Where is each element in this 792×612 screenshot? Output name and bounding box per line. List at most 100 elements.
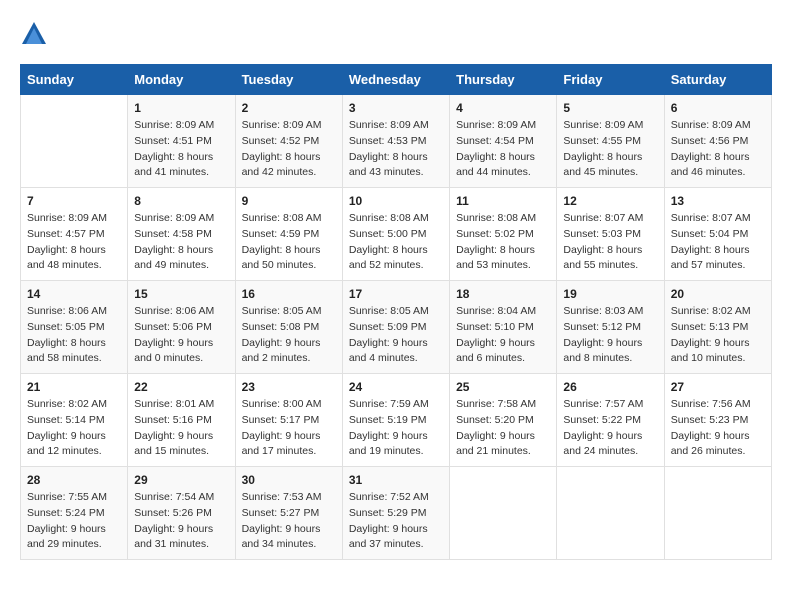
calendar-cell (450, 467, 557, 560)
header-thursday: Thursday (450, 65, 557, 95)
day-info: Sunrise: 8:07 AM Sunset: 5:04 PM Dayligh… (671, 211, 765, 274)
calendar-table: SundayMondayTuesdayWednesdayThursdayFrid… (20, 64, 772, 560)
day-info: Sunrise: 8:06 AM Sunset: 5:05 PM Dayligh… (27, 304, 121, 367)
day-info: Sunrise: 7:58 AM Sunset: 5:20 PM Dayligh… (456, 397, 550, 460)
day-info: Sunrise: 8:03 AM Sunset: 5:12 PM Dayligh… (563, 304, 657, 367)
day-number: 31 (349, 473, 443, 487)
calendar-cell: 10 Sunrise: 8:08 AM Sunset: 5:00 PM Dayli… (342, 188, 449, 281)
day-info: Sunrise: 8:09 AM Sunset: 4:53 PM Dayligh… (349, 118, 443, 181)
calendar-cell: 19 Sunrise: 8:03 AM Sunset: 5:12 PM Dayli… (557, 281, 664, 374)
day-info: Sunrise: 7:52 AM Sunset: 5:29 PM Dayligh… (349, 490, 443, 553)
day-info: Sunrise: 7:57 AM Sunset: 5:22 PM Dayligh… (563, 397, 657, 460)
day-number: 10 (349, 194, 443, 208)
header-monday: Monday (128, 65, 235, 95)
day-number: 26 (563, 380, 657, 394)
day-number: 13 (671, 194, 765, 208)
calendar-cell (664, 467, 771, 560)
calendar-cell: 6Sunrise: 8:09 AM Sunset: 4:56 PM Daylig… (664, 95, 771, 188)
day-info: Sunrise: 8:06 AM Sunset: 5:06 PM Dayligh… (134, 304, 228, 367)
day-number: 25 (456, 380, 550, 394)
day-number: 14 (27, 287, 121, 301)
calendar-cell: 5 Sunrise: 8:09 AM Sunset: 4:55 PM Daylig… (557, 95, 664, 188)
calendar-cell: 11Sunrise: 8:08 AM Sunset: 5:02 PM Dayli… (450, 188, 557, 281)
logo (20, 20, 52, 48)
day-info: Sunrise: 8:09 AM Sunset: 4:51 PM Dayligh… (134, 118, 228, 181)
day-number: 3 (349, 101, 443, 115)
day-number: 2 (242, 101, 336, 115)
calendar-week-row: 7 Sunrise: 8:09 AM Sunset: 4:57 PM Daylig… (21, 188, 772, 281)
day-info: Sunrise: 8:05 AM Sunset: 5:08 PM Dayligh… (242, 304, 336, 367)
calendar-cell: 14 Sunrise: 8:06 AM Sunset: 5:05 PM Dayli… (21, 281, 128, 374)
day-number: 8 (134, 194, 228, 208)
calendar-cell: 13 Sunrise: 8:07 AM Sunset: 5:04 PM Dayli… (664, 188, 771, 281)
day-number: 19 (563, 287, 657, 301)
day-info: Sunrise: 8:02 AM Sunset: 5:13 PM Dayligh… (671, 304, 765, 367)
calendar-cell: 26 Sunrise: 7:57 AM Sunset: 5:22 PM Dayli… (557, 374, 664, 467)
calendar-cell: 31 Sunrise: 7:52 AM Sunset: 5:29 PM Dayli… (342, 467, 449, 560)
day-info: Sunrise: 7:55 AM Sunset: 5:24 PM Dayligh… (27, 490, 121, 553)
day-info: Sunrise: 8:00 AM Sunset: 5:17 PM Dayligh… (242, 397, 336, 460)
calendar-cell: 30Sunrise: 7:53 AM Sunset: 5:27 PM Dayli… (235, 467, 342, 560)
logo-icon (20, 20, 48, 48)
day-number: 27 (671, 380, 765, 394)
day-info: Sunrise: 8:01 AM Sunset: 5:16 PM Dayligh… (134, 397, 228, 460)
calendar-cell: 29 Sunrise: 7:54 AM Sunset: 5:26 PM Dayli… (128, 467, 235, 560)
calendar-cell (557, 467, 664, 560)
day-number: 30 (242, 473, 336, 487)
day-info: Sunrise: 8:08 AM Sunset: 5:00 PM Dayligh… (349, 211, 443, 274)
day-info: Sunrise: 8:09 AM Sunset: 4:52 PM Dayligh… (242, 118, 336, 181)
calendar-cell: 25 Sunrise: 7:58 AM Sunset: 5:20 PM Dayli… (450, 374, 557, 467)
day-number: 24 (349, 380, 443, 394)
calendar-cell: 20 Sunrise: 8:02 AM Sunset: 5:13 PM Dayli… (664, 281, 771, 374)
day-number: 18 (456, 287, 550, 301)
header-tuesday: Tuesday (235, 65, 342, 95)
day-info: Sunrise: 7:54 AM Sunset: 5:26 PM Dayligh… (134, 490, 228, 553)
day-info: Sunrise: 8:07 AM Sunset: 5:03 PM Dayligh… (563, 211, 657, 274)
day-number: 23 (242, 380, 336, 394)
day-info: Sunrise: 8:09 AM Sunset: 4:56 PM Dayligh… (671, 118, 765, 181)
day-number: 17 (349, 287, 443, 301)
day-info: Sunrise: 7:56 AM Sunset: 5:23 PM Dayligh… (671, 397, 765, 460)
calendar-cell: 1Sunrise: 8:09 AM Sunset: 4:51 PM Daylig… (128, 95, 235, 188)
calendar-cell: 9 Sunrise: 8:08 AM Sunset: 4:59 PM Daylig… (235, 188, 342, 281)
calendar-cell: 23 Sunrise: 8:00 AM Sunset: 5:17 PM Dayli… (235, 374, 342, 467)
calendar-cell: 7 Sunrise: 8:09 AM Sunset: 4:57 PM Daylig… (21, 188, 128, 281)
calendar-cell: 28Sunrise: 7:55 AM Sunset: 5:24 PM Dayli… (21, 467, 128, 560)
day-info: Sunrise: 8:09 AM Sunset: 4:57 PM Dayligh… (27, 211, 121, 274)
day-info: Sunrise: 8:09 AM Sunset: 4:58 PM Dayligh… (134, 211, 228, 274)
day-number: 7 (27, 194, 121, 208)
header-friday: Friday (557, 65, 664, 95)
day-number: 9 (242, 194, 336, 208)
calendar-cell: 27 Sunrise: 7:56 AM Sunset: 5:23 PM Dayli… (664, 374, 771, 467)
calendar-cell: 2 Sunrise: 8:09 AM Sunset: 4:52 PM Daylig… (235, 95, 342, 188)
day-number: 22 (134, 380, 228, 394)
day-number: 16 (242, 287, 336, 301)
header-saturday: Saturday (664, 65, 771, 95)
day-info: Sunrise: 8:02 AM Sunset: 5:14 PM Dayligh… (27, 397, 121, 460)
header-wednesday: Wednesday (342, 65, 449, 95)
day-number: 21 (27, 380, 121, 394)
calendar-week-row: 14 Sunrise: 8:06 AM Sunset: 5:05 PM Dayli… (21, 281, 772, 374)
day-info: Sunrise: 8:08 AM Sunset: 4:59 PM Dayligh… (242, 211, 336, 274)
calendar-cell: 15 Sunrise: 8:06 AM Sunset: 5:06 PM Dayli… (128, 281, 235, 374)
calendar-cell: 22 Sunrise: 8:01 AM Sunset: 5:16 PM Dayli… (128, 374, 235, 467)
calendar-week-row: 28Sunrise: 7:55 AM Sunset: 5:24 PM Dayli… (21, 467, 772, 560)
page-header (20, 20, 772, 48)
calendar-cell: 8 Sunrise: 8:09 AM Sunset: 4:58 PM Daylig… (128, 188, 235, 281)
calendar-cell: 17Sunrise: 8:05 AM Sunset: 5:09 PM Dayli… (342, 281, 449, 374)
calendar-cell: 18 Sunrise: 8:04 AM Sunset: 5:10 PM Dayli… (450, 281, 557, 374)
day-number: 5 (563, 101, 657, 115)
day-info: Sunrise: 7:59 AM Sunset: 5:19 PM Dayligh… (349, 397, 443, 460)
calendar-cell (21, 95, 128, 188)
day-number: 20 (671, 287, 765, 301)
day-info: Sunrise: 8:09 AM Sunset: 4:55 PM Dayligh… (563, 118, 657, 181)
calendar-cell: 12Sunrise: 8:07 AM Sunset: 5:03 PM Dayli… (557, 188, 664, 281)
day-number: 29 (134, 473, 228, 487)
day-number: 15 (134, 287, 228, 301)
day-number: 11 (456, 194, 550, 208)
calendar-cell: 24 Sunrise: 7:59 AM Sunset: 5:19 PM Dayli… (342, 374, 449, 467)
calendar-week-row: 1Sunrise: 8:09 AM Sunset: 4:51 PM Daylig… (21, 95, 772, 188)
day-info: Sunrise: 8:04 AM Sunset: 5:10 PM Dayligh… (456, 304, 550, 367)
calendar-header-row: SundayMondayTuesdayWednesdayThursdayFrid… (21, 65, 772, 95)
calendar-cell: 3 Sunrise: 8:09 AM Sunset: 4:53 PM Daylig… (342, 95, 449, 188)
